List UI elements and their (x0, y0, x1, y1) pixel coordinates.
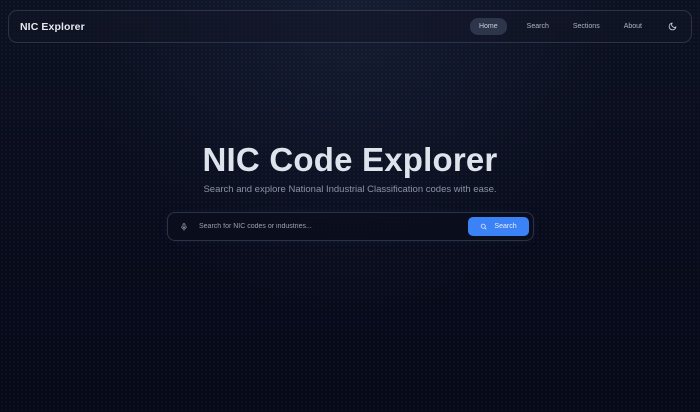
moon-icon (668, 22, 676, 31)
voice-search-button[interactable] (171, 213, 197, 240)
search-icon (481, 223, 487, 230)
search-button[interactable]: Search (468, 217, 529, 236)
hero-title: NIC Code Explorer (202, 141, 498, 178)
search-input[interactable] (197, 213, 468, 240)
nav-link-search[interactable]: Search (518, 18, 558, 35)
search-bar: Search (167, 212, 534, 241)
theme-toggle-button[interactable] (663, 18, 681, 36)
navbar: NIC Explorer Home Search Sections About (8, 10, 692, 43)
microphone-icon (181, 222, 187, 231)
nav-link-about[interactable]: About (615, 18, 651, 35)
search-button-label: Search (494, 223, 517, 230)
nav-link-sections[interactable]: Sections (564, 18, 609, 35)
hero-subtitle: Search and explore National Industrial C… (203, 184, 497, 195)
page: NIC Explorer Home Search Sections About … (0, 0, 700, 412)
brand-logo[interactable]: NIC Explorer (20, 21, 85, 33)
nav-links: Home Search Sections About (469, 18, 681, 36)
nav-link-home[interactable]: Home (469, 18, 507, 35)
